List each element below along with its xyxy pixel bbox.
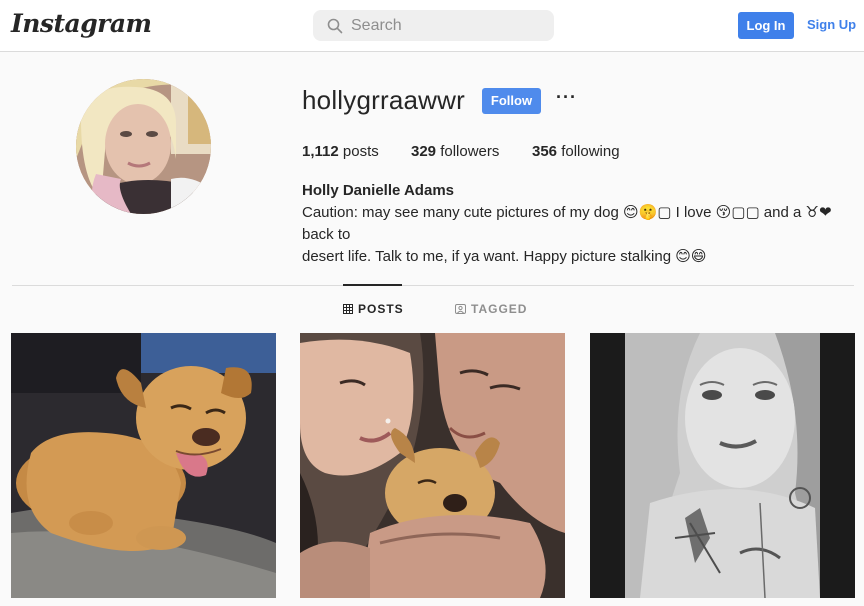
active-tab-indicator — [343, 284, 402, 286]
instagram-logo[interactable]: Instagram — [11, 9, 152, 38]
followers-count: 329 — [411, 143, 437, 160]
posts-stat: 1,112 posts — [302, 143, 379, 160]
following-label: following — [561, 143, 620, 160]
followers-stat[interactable]: 329 followers — [411, 143, 499, 160]
bio-line: Caution: may see many cute pictures of m… — [302, 204, 832, 243]
log-in-button[interactable]: Log In — [738, 12, 794, 39]
posts-count: 1,112 — [302, 143, 339, 160]
tab-tagged-label: TAGGED — [471, 302, 528, 316]
post-thumbnail-selfie-bw[interactable] — [590, 333, 855, 598]
tag-icon — [455, 304, 466, 314]
profile-username: hollygrraawwr — [302, 85, 465, 115]
profile-avatar[interactable] — [76, 79, 211, 214]
tab-posts[interactable]: POSTS — [343, 302, 404, 316]
search-input[interactable] — [351, 10, 547, 41]
following-stat[interactable]: 356 following — [532, 143, 620, 160]
sign-up-link[interactable]: Sign Up — [807, 17, 856, 32]
post-thumbnail-couple-dog[interactable] — [300, 333, 565, 598]
profile-bio: Caution: may see many cute pictures of m… — [302, 202, 862, 268]
search-icon — [327, 18, 343, 34]
tab-posts-label: POSTS — [358, 302, 404, 316]
search-box[interactable] — [313, 10, 554, 41]
grid-icon — [343, 304, 353, 314]
followers-label: followers — [440, 143, 500, 160]
bio-line: desert life. Talk to me, if ya want. Hap… — [302, 248, 707, 265]
post-thumbnail-dog[interactable] — [11, 333, 276, 598]
tab-tagged[interactable]: TAGGED — [455, 302, 527, 316]
tabs-divider — [12, 285, 854, 286]
posts-label: posts — [342, 143, 379, 160]
top-navigation-bar: Instagram Log In Sign Up — [0, 0, 864, 52]
profile-full-name: Holly Danielle Adams — [302, 182, 454, 199]
more-options-icon[interactable]: ··· — [556, 88, 578, 111]
follow-button[interactable]: Follow — [482, 88, 541, 114]
following-count: 356 — [532, 143, 558, 160]
